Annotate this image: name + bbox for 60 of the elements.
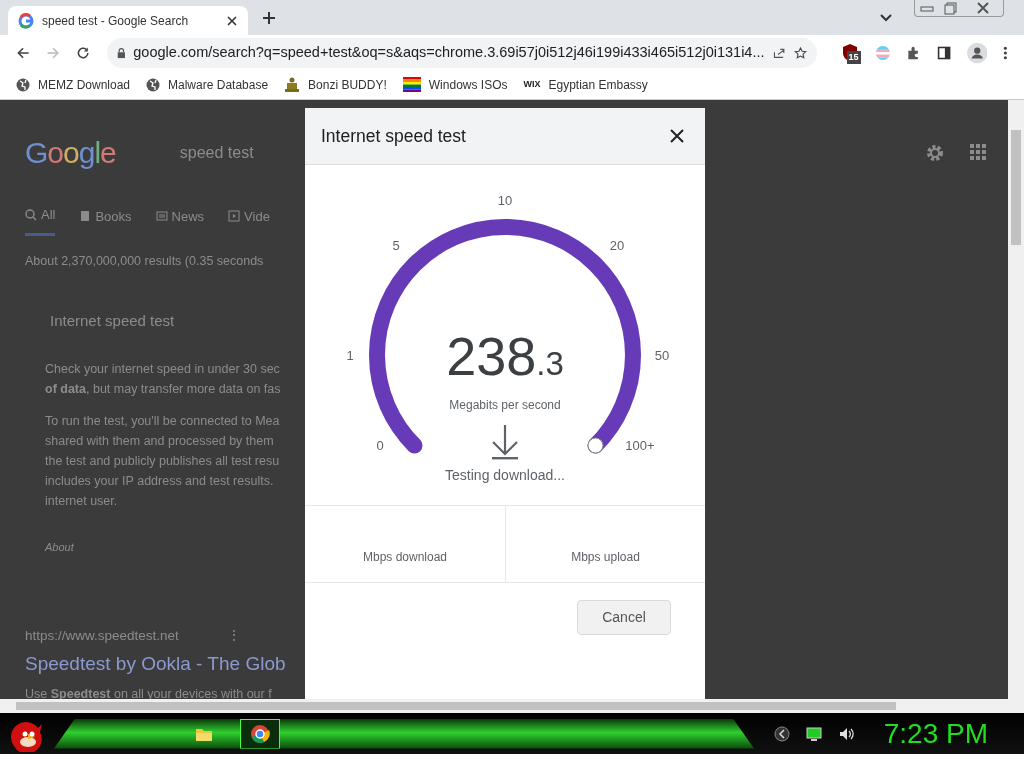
gauge-tick-label: 0	[376, 438, 384, 453]
rainbow-flag-icon	[402, 77, 421, 92]
book-icon	[79, 210, 92, 223]
gauge-tick-label: 10	[497, 193, 513, 208]
result-label: Mbps upload	[571, 549, 640, 566]
settings-icon[interactable]	[925, 143, 945, 163]
scrollbar[interactable]	[0, 699, 1024, 713]
search-tab[interactable]: Vide	[228, 205, 270, 236]
lock-icon	[116, 45, 126, 60]
bookmark-link[interactable]: WIX Egyptian Embassy	[523, 75, 648, 94]
apps-grid-icon[interactable]	[969, 143, 987, 161]
globe-icon	[146, 77, 161, 92]
bookmark-link[interactable]: MEMZ Download	[16, 75, 131, 94]
newspaper-icon	[155, 210, 168, 223]
status-text: Testing download...	[445, 467, 565, 483]
card-title: Internet speed test	[50, 311, 176, 332]
result-url[interactable]: https://www.speedtest.net	[25, 625, 179, 646]
search-tab[interactable]: Books	[79, 205, 132, 236]
search-icon	[25, 208, 37, 221]
result-title[interactable]: Speedtest by Ookla - The Glob	[25, 650, 300, 679]
bookmark-link[interactable]: Malware Database	[146, 75, 269, 94]
gauge-tick-label: 20	[609, 238, 625, 253]
about-link[interactable]: About	[45, 538, 300, 556]
google-favicon-icon	[18, 12, 34, 29]
download-arrow-icon	[491, 423, 519, 460]
gauge-tick-label: 1	[346, 348, 354, 363]
result-label: Mbps download	[362, 549, 448, 566]
more-options[interactable]: ⋮	[226, 625, 241, 647]
unit-label: Megabits per second	[449, 398, 561, 412]
close-icon[interactable]	[669, 128, 685, 144]
new-tab-icon[interactable]	[262, 11, 276, 25]
search-tab[interactable]: News	[155, 205, 205, 236]
paragraph: To run the test, you'll be connected to Mea shared with them and processed by them the test and publicly publishes all test resu includes your IP address and test results. internet user.	[45, 412, 281, 510]
chevron-down-icon[interactable]	[880, 14, 892, 22]
globe-icon	[16, 77, 30, 92]
cancel-button[interactable]: Cancel	[577, 600, 671, 635]
browser-tab[interactable]: speed test - Google Search	[8, 6, 248, 35]
close-icon[interactable]	[226, 14, 238, 27]
result-stats: About 2,370,000,000 results (0.35 seconds	[25, 252, 265, 270]
bookmark-link[interactable]: Bonzi BUDDY!	[284, 75, 387, 94]
speed-value: 238.3	[446, 326, 564, 386]
gauge-tick-label: 100+	[625, 438, 655, 453]
monitor-icon[interactable]	[805, 726, 822, 741]
play-icon	[228, 210, 241, 223]
figure-icon	[284, 76, 301, 93]
search-query[interactable]: speed test	[179, 140, 254, 165]
logo-icon: WIX	[523, 77, 541, 92]
clock-time: 7:23 PM	[883, 719, 988, 748]
gauge-thumb	[587, 437, 604, 454]
search-tab[interactable]: All	[25, 205, 56, 236]
browser-app-icon	[250, 723, 270, 744]
gauge-tick-label: 50	[654, 348, 670, 363]
gauge-tick-label: 5	[392, 238, 400, 253]
google-logo: Google	[25, 135, 116, 171]
bookmark-link[interactable]: Windows ISOs	[402, 75, 508, 94]
taskbar-button[interactable]	[240, 718, 280, 749]
paragraph: Check your internet speed in under 30 sec of data, but may transfer more data on fas	[45, 360, 282, 398]
scrollbar[interactable]	[1008, 100, 1024, 699]
dialog-title: Internet speed test	[321, 124, 466, 148]
address-bar[interactable]: google.com/search?q=speed+test&oq=s&aqs=chrome.3.69i57j0i512j46i199i433i465i512j0i131i4...	[106, 37, 817, 68]
